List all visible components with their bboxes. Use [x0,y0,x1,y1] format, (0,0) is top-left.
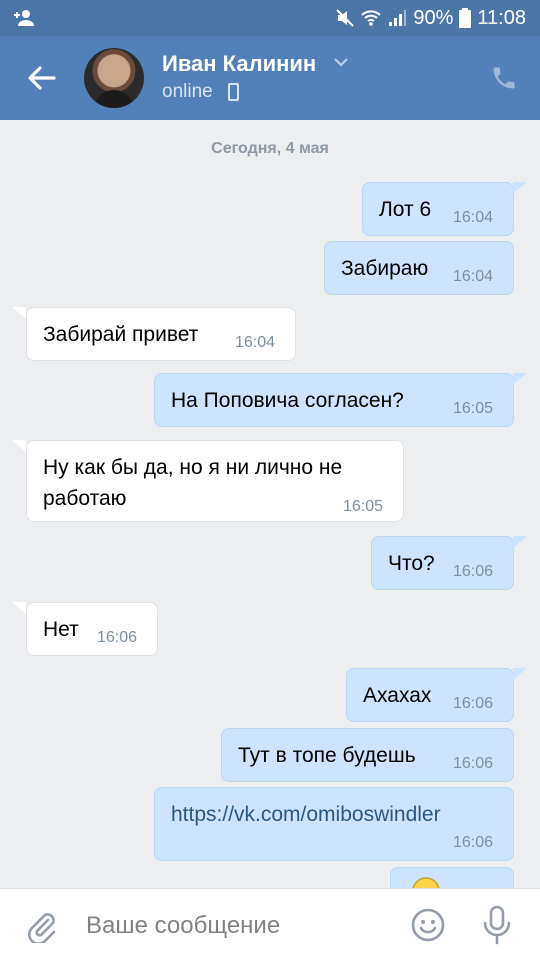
signal-icon [389,10,407,26]
message-text: Забираю [341,257,429,280]
message-outgoing[interactable]: На Поповича согласен? 16:05 [154,373,514,427]
phone-call-icon[interactable] [490,64,518,92]
bubble-tail [513,536,527,548]
message-outgoing[interactable]: Что? 16:06 [371,536,514,590]
message-text: Что? [388,552,435,575]
avatar[interactable] [84,48,144,108]
message-text: Забирай привет [43,323,199,346]
message-text-line: Ну как бы да, но я ни лично не [43,456,343,479]
message-time: 16:06 [97,629,138,646]
message-time: 16:06 [453,834,494,851]
message-link[interactable]: https://vk.com/omiboswindler [171,803,441,827]
message-incoming[interactable]: Нет 16:06 [26,602,158,656]
date-separator: Сегодня, 4 мая [211,140,329,157]
message-time: 16:06 [453,695,494,712]
mute-icon [336,9,355,27]
message-text: Лот 6 [379,198,432,221]
bubble-tail [12,602,26,614]
back-arrow-icon[interactable] [22,58,62,98]
presence-status: online [162,81,213,102]
message-time: 16:04 [235,334,276,351]
message-text: На Поповича согласен? [171,389,404,412]
message-input[interactable]: Ваше сообщение [86,912,280,940]
bubble-tail [12,307,26,319]
emoji-icon[interactable] [410,907,446,943]
sticker-emoji-icon [412,877,440,888]
bubble-tail [513,182,527,194]
battery-percent: 90% [413,6,454,29]
message-outgoing[interactable]: Тут в топе будешь 16:06 [221,728,514,782]
bubble-tail [513,668,527,680]
message-text: Нет [43,618,79,641]
message-time: 16:06 [453,563,494,580]
message-time: 16:04 [453,268,494,285]
bubble-tail [12,440,26,452]
message-outgoing-partial[interactable] [390,867,514,888]
battery-icon [459,8,472,28]
message-text: Ахахах [363,684,432,707]
bubble-tail [513,373,527,385]
message-incoming[interactable]: Ну как бы да, но я ни лично не работаю 1… [26,440,404,522]
message-time: 16:04 [453,209,494,226]
microphone-icon[interactable] [480,905,514,945]
message-outgoing[interactable]: Забираю 16:04 [324,241,514,295]
message-composer: Ваше сообщение [0,888,540,960]
message-list[interactable]: Сегодня, 4 мая Лот 6 16:04 Забираю 16:04… [0,120,540,888]
message-time: 16:05 [453,400,494,417]
message-time: 16:06 [453,755,494,772]
status-bar: 90% 11:08 [0,0,540,36]
chevron-down-icon[interactable] [333,56,349,68]
add-friend-icon [14,10,34,26]
chat-header: Иван Калинин online [0,36,540,120]
message-outgoing[interactable]: Ахахах 16:06 [346,668,514,722]
contact-name[interactable]: Иван Калинин [162,51,316,77]
wifi-icon [361,10,382,26]
paperclip-icon[interactable] [24,909,58,943]
message-time: 16:05 [343,498,384,515]
message-text: Тут в топе будешь [238,744,416,767]
mobile-device-icon [228,83,239,101]
message-text-line: работаю [43,487,127,510]
message-incoming[interactable]: Забирай привет 16:04 [26,307,296,361]
message-outgoing[interactable]: Лот 6 16:04 [362,182,514,236]
message-outgoing[interactable]: https://vk.com/omiboswindler 16:06 [154,787,514,861]
clock: 11:08 [477,6,526,29]
